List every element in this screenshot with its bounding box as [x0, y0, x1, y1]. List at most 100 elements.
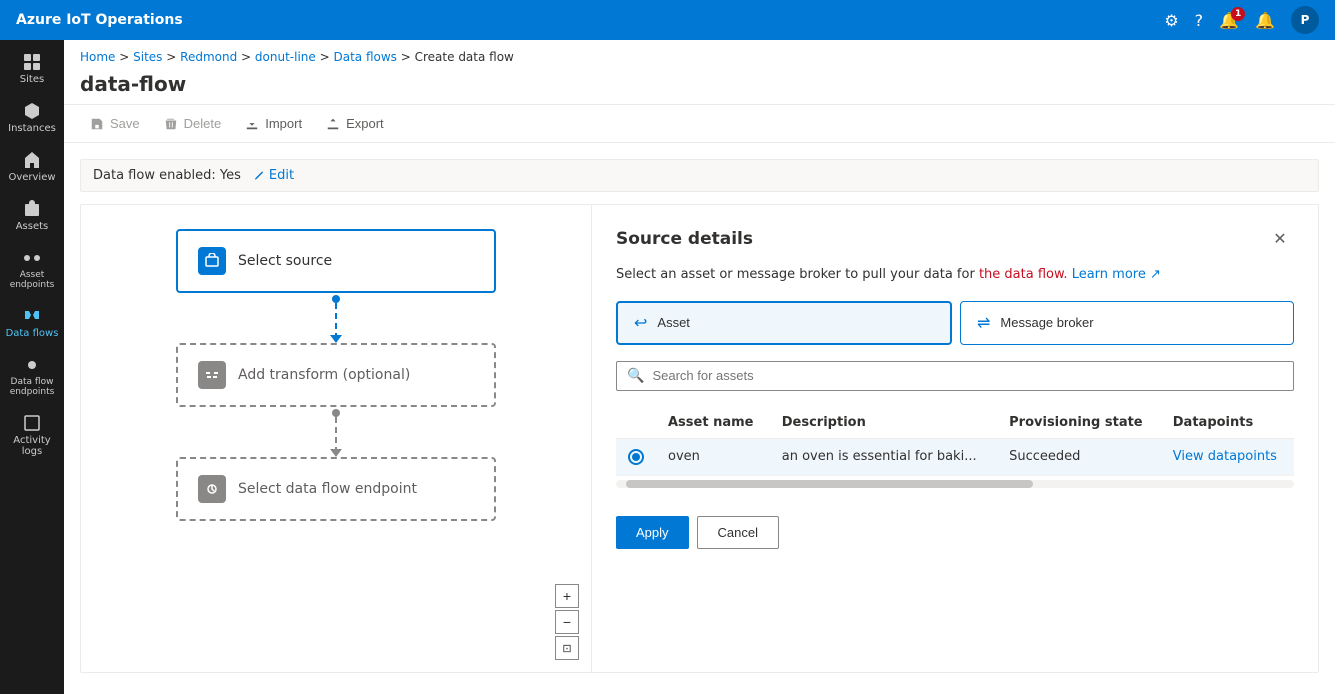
edit-link[interactable]: Edit: [253, 168, 294, 183]
connector-2: [330, 407, 342, 457]
import-label: Import: [265, 116, 302, 131]
sidebar-item-sites[interactable]: Sites: [0, 44, 64, 93]
content-area: Data flow enabled: Yes Edit Select sourc…: [64, 143, 1335, 694]
breadcrumb-donut-line[interactable]: donut-line: [255, 50, 316, 64]
apply-button[interactable]: Apply: [616, 516, 689, 549]
flow-canvas: Select source Add transform (optional): [81, 205, 591, 672]
import-button[interactable]: Import: [235, 111, 312, 136]
broker-type-label: Message broker: [1000, 315, 1093, 330]
table-scrollbar[interactable]: [616, 480, 1294, 488]
fit-view-button[interactable]: ⊡: [555, 636, 579, 660]
col-provisioning-state: Provisioning state: [997, 407, 1161, 439]
zoom-in-button[interactable]: +: [555, 584, 579, 608]
delete-label: Delete: [184, 116, 222, 131]
search-input[interactable]: [652, 368, 1283, 383]
col-asset-name: Asset name: [656, 407, 770, 439]
transform-node-icon: [198, 361, 226, 389]
col-description: Description: [770, 407, 997, 439]
connector-line-2: [335, 417, 337, 449]
endpoint-node-label: Select data flow endpoint: [238, 481, 417, 497]
table-row[interactable]: oven an oven is essential for baki... Su…: [616, 438, 1294, 475]
save-label: Save: [110, 116, 140, 131]
breadcrumb-current: Create data flow: [415, 50, 514, 64]
connector-line-1: [335, 303, 337, 335]
row-description: an oven is essential for baki...: [770, 438, 997, 475]
view-datapoints-link[interactable]: View datapoints: [1173, 449, 1277, 464]
breadcrumb-home[interactable]: Home: [80, 50, 115, 64]
sidebar-item-activity-logs[interactable]: Activity logs: [0, 405, 64, 465]
sidebar-item-overview[interactable]: Overview: [0, 142, 64, 191]
asset-icon: ↩: [634, 313, 647, 333]
source-panel: Source details ✕ Select an asset or mess…: [592, 205, 1318, 672]
flow-container: Select source Add transform (optional): [80, 204, 1319, 673]
breadcrumb-sites[interactable]: Sites: [133, 50, 162, 64]
asset-table: Asset name Description Provisioning stat…: [616, 407, 1294, 476]
transform-node-label: Add transform (optional): [238, 367, 410, 383]
row-provisioning-state: Succeeded: [997, 438, 1161, 475]
export-label: Export: [346, 116, 384, 131]
source-node-icon: [198, 247, 226, 275]
edit-label: Edit: [269, 168, 294, 183]
sidebar-item-assets[interactable]: Assets: [0, 191, 64, 240]
asset-type-label: Asset: [657, 315, 690, 330]
delete-button[interactable]: Delete: [154, 111, 232, 136]
panel-footer: Apply Cancel: [616, 504, 1294, 549]
toolbar: Save Delete Import Export: [64, 104, 1335, 143]
canvas-controls: + − ⊡: [555, 584, 579, 660]
table-header-row: Asset name Description Provisioning stat…: [616, 407, 1294, 439]
sidebar: Sites Instances Overview Assets Asset en…: [0, 40, 64, 694]
message-broker-type-button[interactable]: ⇌ Message broker: [960, 301, 1294, 345]
panel-close-button[interactable]: ✕: [1266, 225, 1294, 253]
breadcrumb: Home > Sites > Redmond > donut-line > Da…: [64, 40, 1335, 68]
panel-title: Source details: [616, 229, 753, 249]
layout: Sites Instances Overview Assets Asset en…: [0, 40, 1335, 694]
connector-arrow-1: [330, 335, 342, 343]
row-radio-col: [616, 438, 656, 475]
endpoint-node[interactable]: Select data flow endpoint: [176, 457, 496, 521]
source-type-buttons: ↩ Asset ⇌ Message broker: [616, 301, 1294, 345]
asset-type-button[interactable]: ↩ Asset: [616, 301, 952, 345]
row-radio-button[interactable]: [628, 449, 644, 465]
panel-description: Select an asset or message broker to pul…: [616, 265, 1294, 285]
table-scroll-thumb: [626, 480, 1033, 488]
transform-node[interactable]: Add transform (optional): [176, 343, 496, 407]
connector-1: [330, 293, 342, 343]
top-navigation: Azure IoT Operations ⚙ ? 🔔 🔔 P: [0, 0, 1335, 40]
flow-info-bar: Data flow enabled: Yes Edit: [80, 159, 1319, 192]
app-title: Azure IoT Operations: [16, 12, 1156, 28]
flow-status-text: Data flow enabled: Yes: [93, 168, 241, 183]
sidebar-item-data-flows[interactable]: Data flows: [0, 298, 64, 347]
alerts-icon[interactable]: 🔔: [1255, 11, 1275, 30]
save-button[interactable]: Save: [80, 111, 150, 136]
nav-icons: ⚙ ? 🔔 🔔 P: [1164, 6, 1319, 34]
sidebar-item-asset-endpoints[interactable]: Asset endpoints: [0, 240, 64, 298]
sidebar-item-data-flow-endpoints[interactable]: Data flow endpoints: [0, 347, 64, 405]
endpoint-node-icon: [198, 475, 226, 503]
row-datapoints: View datapoints: [1161, 438, 1294, 475]
broker-icon: ⇌: [977, 313, 990, 333]
avatar[interactable]: P: [1291, 6, 1319, 34]
notifications-icon[interactable]: 🔔: [1219, 11, 1239, 30]
breadcrumb-data-flows[interactable]: Data flows: [333, 50, 396, 64]
page-title: data-flow: [64, 68, 1335, 104]
learn-more-link[interactable]: Learn more ↗: [1072, 267, 1161, 282]
main-content: Home > Sites > Redmond > donut-line > Da…: [64, 40, 1335, 694]
source-node[interactable]: Select source: [176, 229, 496, 293]
search-icon: 🔍: [627, 368, 644, 384]
source-node-label: Select source: [238, 253, 332, 269]
help-icon[interactable]: ?: [1195, 11, 1204, 30]
connector-dot-2: [332, 409, 340, 417]
connector-dot-1: [332, 295, 340, 303]
search-box: 🔍: [616, 361, 1294, 391]
col-select: [616, 407, 656, 439]
sidebar-item-instances[interactable]: Instances: [0, 93, 64, 142]
row-asset-name: oven: [656, 438, 770, 475]
panel-header: Source details ✕: [616, 225, 1294, 253]
breadcrumb-redmond[interactable]: Redmond: [180, 50, 237, 64]
cancel-button[interactable]: Cancel: [697, 516, 779, 549]
zoom-out-button[interactable]: −: [555, 610, 579, 634]
export-button[interactable]: Export: [316, 111, 394, 136]
settings-icon[interactable]: ⚙: [1164, 11, 1178, 30]
col-datapoints: Datapoints: [1161, 407, 1294, 439]
connector-arrow-2: [330, 449, 342, 457]
